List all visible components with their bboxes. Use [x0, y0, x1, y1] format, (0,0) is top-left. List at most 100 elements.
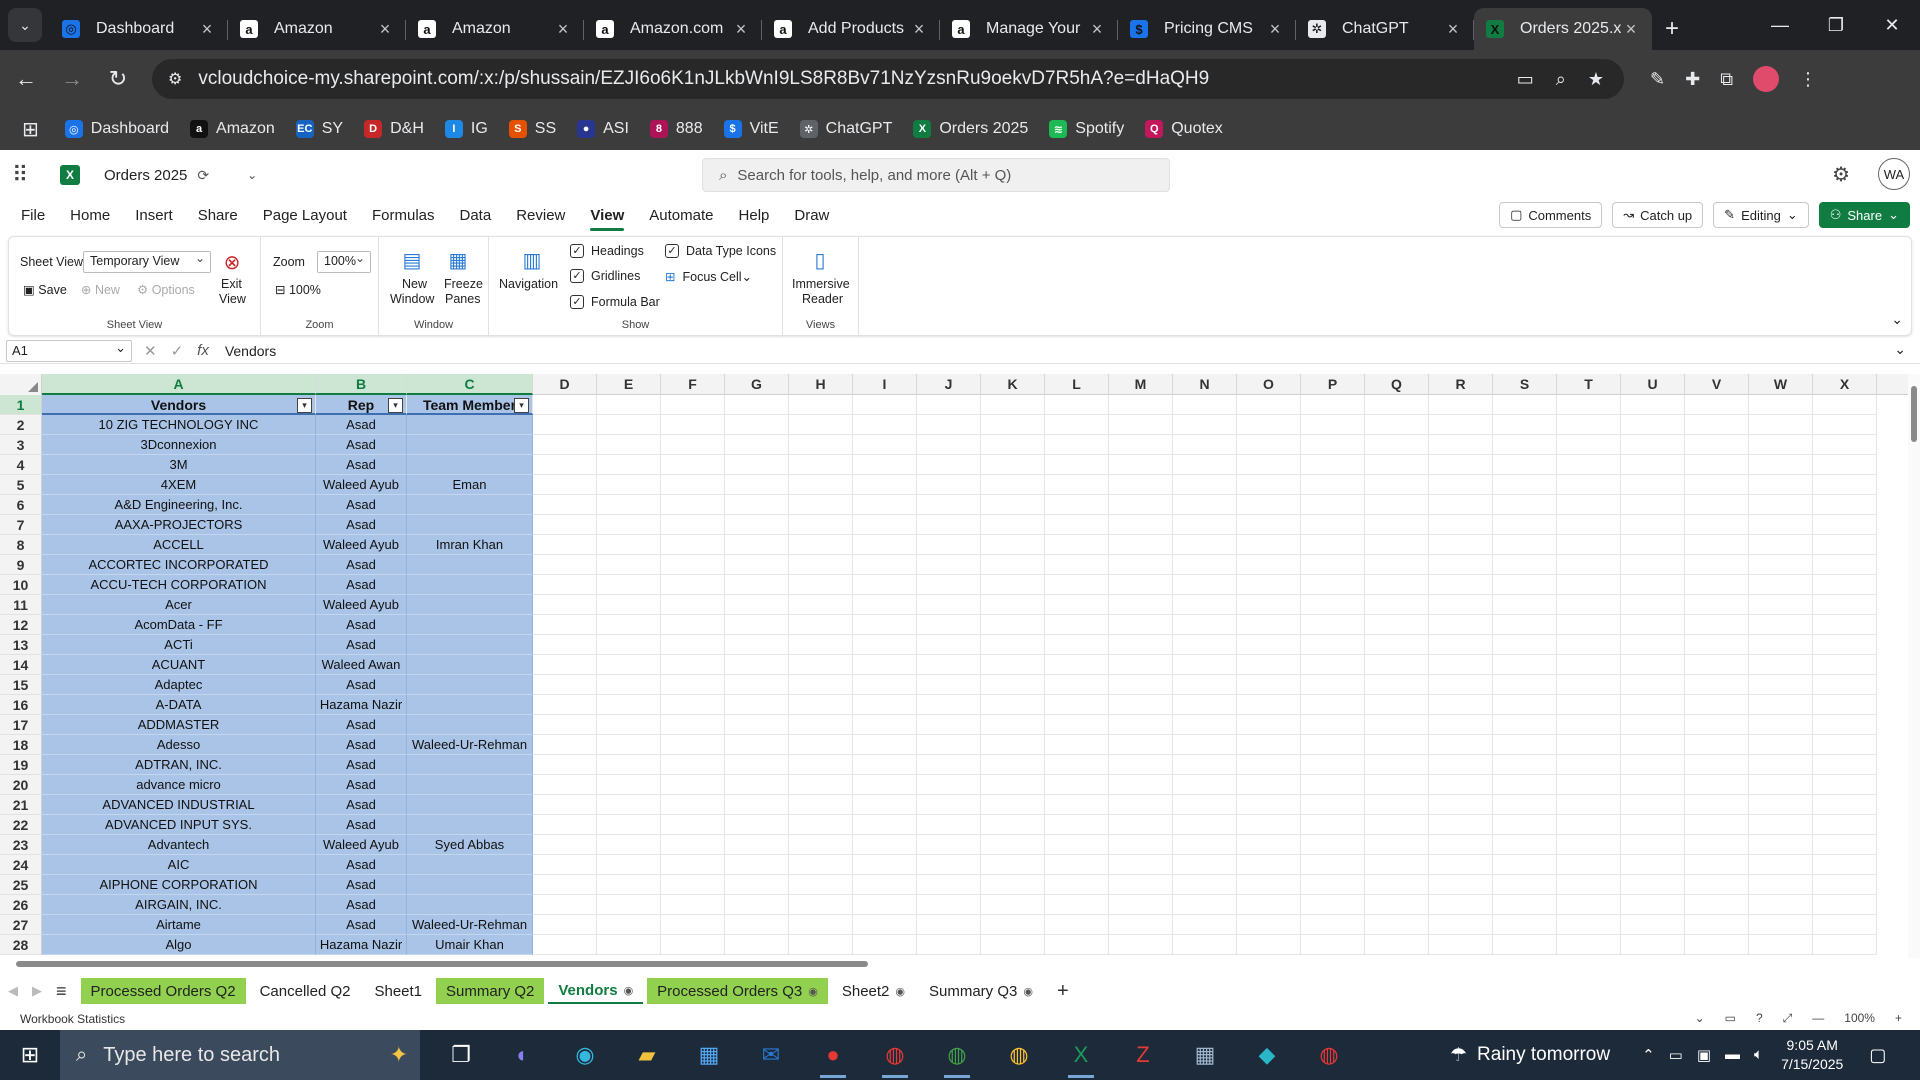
- empty-cell[interactable]: [1621, 475, 1685, 495]
- empty-cell[interactable]: [1621, 855, 1685, 875]
- empty-cell[interactable]: [1749, 895, 1813, 915]
- empty-cell[interactable]: [1493, 515, 1557, 535]
- menu-tab-help[interactable]: Help: [739, 207, 770, 224]
- empty-cell[interactable]: [1429, 475, 1493, 495]
- empty-cell[interactable]: [853, 395, 917, 415]
- row-header[interactable]: 10: [0, 575, 42, 595]
- empty-cell[interactable]: [1365, 575, 1429, 595]
- prev-sheet-icon[interactable]: ◀: [8, 983, 18, 999]
- vendor-cell[interactable]: Adaptec: [42, 675, 316, 695]
- status-chevron-icon[interactable]: ⌄: [1695, 1011, 1705, 1026]
- empty-cell[interactable]: [1237, 935, 1301, 955]
- empty-cell[interactable]: [725, 435, 789, 455]
- empty-cell[interactable]: [1749, 455, 1813, 475]
- empty-cell[interactable]: [1493, 455, 1557, 475]
- rep-cell[interactable]: Asad: [316, 415, 407, 435]
- column-header-a[interactable]: A: [42, 374, 316, 395]
- empty-cell[interactable]: [789, 515, 853, 535]
- empty-cell[interactable]: [789, 495, 853, 515]
- empty-cell[interactable]: [1813, 475, 1877, 495]
- empty-cell[interactable]: [1429, 895, 1493, 915]
- menu-tab-draw[interactable]: Draw: [794, 207, 829, 224]
- rep-cell[interactable]: Hazama Nazir: [316, 695, 407, 715]
- close-window-icon[interactable]: ✕: [1864, 0, 1920, 50]
- empty-cell[interactable]: [1429, 575, 1493, 595]
- empty-cell[interactable]: [725, 615, 789, 635]
- exit-view-icon[interactable]: ⊗: [219, 249, 245, 275]
- empty-cell[interactable]: [853, 775, 917, 795]
- empty-cell[interactable]: [725, 535, 789, 555]
- row-header[interactable]: 18: [0, 735, 42, 755]
- rep-cell[interactable]: Asad: [316, 515, 407, 535]
- ribbon-collapse-chevron-icon[interactable]: ⌄: [1891, 311, 1903, 328]
- file-explorer-icon[interactable]: ▰: [616, 1030, 678, 1080]
- empty-cell[interactable]: [1429, 535, 1493, 555]
- empty-cell[interactable]: [661, 415, 725, 435]
- empty-cell[interactable]: [1301, 675, 1365, 695]
- empty-cell[interactable]: [661, 835, 725, 855]
- vendor-cell[interactable]: 3Dconnexion: [42, 435, 316, 455]
- empty-cell[interactable]: [597, 515, 661, 535]
- column-header-l[interactable]: L: [1045, 374, 1109, 395]
- empty-cell[interactable]: [1301, 695, 1365, 715]
- vendor-cell[interactable]: advance micro: [42, 775, 316, 795]
- empty-cell[interactable]: [981, 435, 1045, 455]
- empty-cell[interactable]: [661, 515, 725, 535]
- empty-cell[interactable]: [917, 695, 981, 715]
- empty-cell[interactable]: [1301, 595, 1365, 615]
- empty-cell[interactable]: [1429, 815, 1493, 835]
- empty-cell[interactable]: [853, 475, 917, 495]
- column-header-q[interactable]: Q: [1365, 374, 1429, 395]
- empty-cell[interactable]: [1365, 555, 1429, 575]
- empty-cell[interactable]: [725, 835, 789, 855]
- row-header[interactable]: 13: [0, 635, 42, 655]
- empty-cell[interactable]: [1173, 715, 1237, 735]
- team-member-cell[interactable]: [407, 575, 533, 595]
- empty-cell[interactable]: [1621, 835, 1685, 855]
- empty-cell[interactable]: [981, 415, 1045, 435]
- excel-taskbar-icon[interactable]: X: [1050, 1030, 1112, 1080]
- empty-cell[interactable]: [1621, 915, 1685, 935]
- sheet-tab[interactable]: Cancelled Q2: [250, 978, 361, 1004]
- sheet-tab[interactable]: Sheet2 ◉: [832, 978, 915, 1004]
- rep-cell[interactable]: Asad: [316, 795, 407, 815]
- empty-cell[interactable]: [725, 575, 789, 595]
- apps-grid-icon[interactable]: ⊞: [22, 117, 39, 142]
- sheet-tab[interactable]: Summary Q3 ◉: [919, 978, 1043, 1004]
- empty-cell[interactable]: [1621, 875, 1685, 895]
- column-header-n[interactable]: N: [1173, 374, 1237, 395]
- empty-cell[interactable]: [1749, 815, 1813, 835]
- empty-cell[interactable]: [853, 875, 917, 895]
- extension-puzzle-blue-icon[interactable]: ✚: [1685, 69, 1700, 90]
- empty-cell[interactable]: [1045, 835, 1109, 855]
- empty-cell[interactable]: [1365, 675, 1429, 695]
- empty-cell[interactable]: [1685, 695, 1749, 715]
- empty-cell[interactable]: [1557, 515, 1621, 535]
- new-window-label-1[interactable]: New: [402, 277, 427, 291]
- empty-cell[interactable]: [1429, 495, 1493, 515]
- empty-cell[interactable]: [533, 455, 597, 475]
- bookmark-item[interactable]: I IG: [444, 120, 488, 138]
- vendor-cell[interactable]: AIC: [42, 855, 316, 875]
- empty-cell[interactable]: [1429, 735, 1493, 755]
- immersive-reader-icon[interactable]: ▯: [807, 247, 833, 273]
- empty-cell[interactable]: [1813, 615, 1877, 635]
- empty-cell[interactable]: [1173, 495, 1237, 515]
- empty-cell[interactable]: [853, 795, 917, 815]
- zoom-in-icon[interactable]: +: [1895, 1011, 1902, 1026]
- empty-cell[interactable]: [1301, 435, 1365, 455]
- empty-cell[interactable]: [1493, 735, 1557, 755]
- empty-cell[interactable]: [597, 415, 661, 435]
- team-member-cell[interactable]: [407, 415, 533, 435]
- empty-cell[interactable]: [1365, 415, 1429, 435]
- empty-cell[interactable]: [981, 755, 1045, 775]
- exit-view-label-1[interactable]: Exit: [221, 277, 242, 291]
- team-member-cell[interactable]: [407, 635, 533, 655]
- bookmark-item[interactable]: EC SY: [295, 120, 343, 138]
- empty-cell[interactable]: [1621, 675, 1685, 695]
- empty-cell[interactable]: [1621, 815, 1685, 835]
- empty-cell[interactable]: [1237, 755, 1301, 775]
- empty-cell[interactable]: [1173, 435, 1237, 455]
- empty-cell[interactable]: [1429, 915, 1493, 935]
- empty-cell[interactable]: [533, 855, 597, 875]
